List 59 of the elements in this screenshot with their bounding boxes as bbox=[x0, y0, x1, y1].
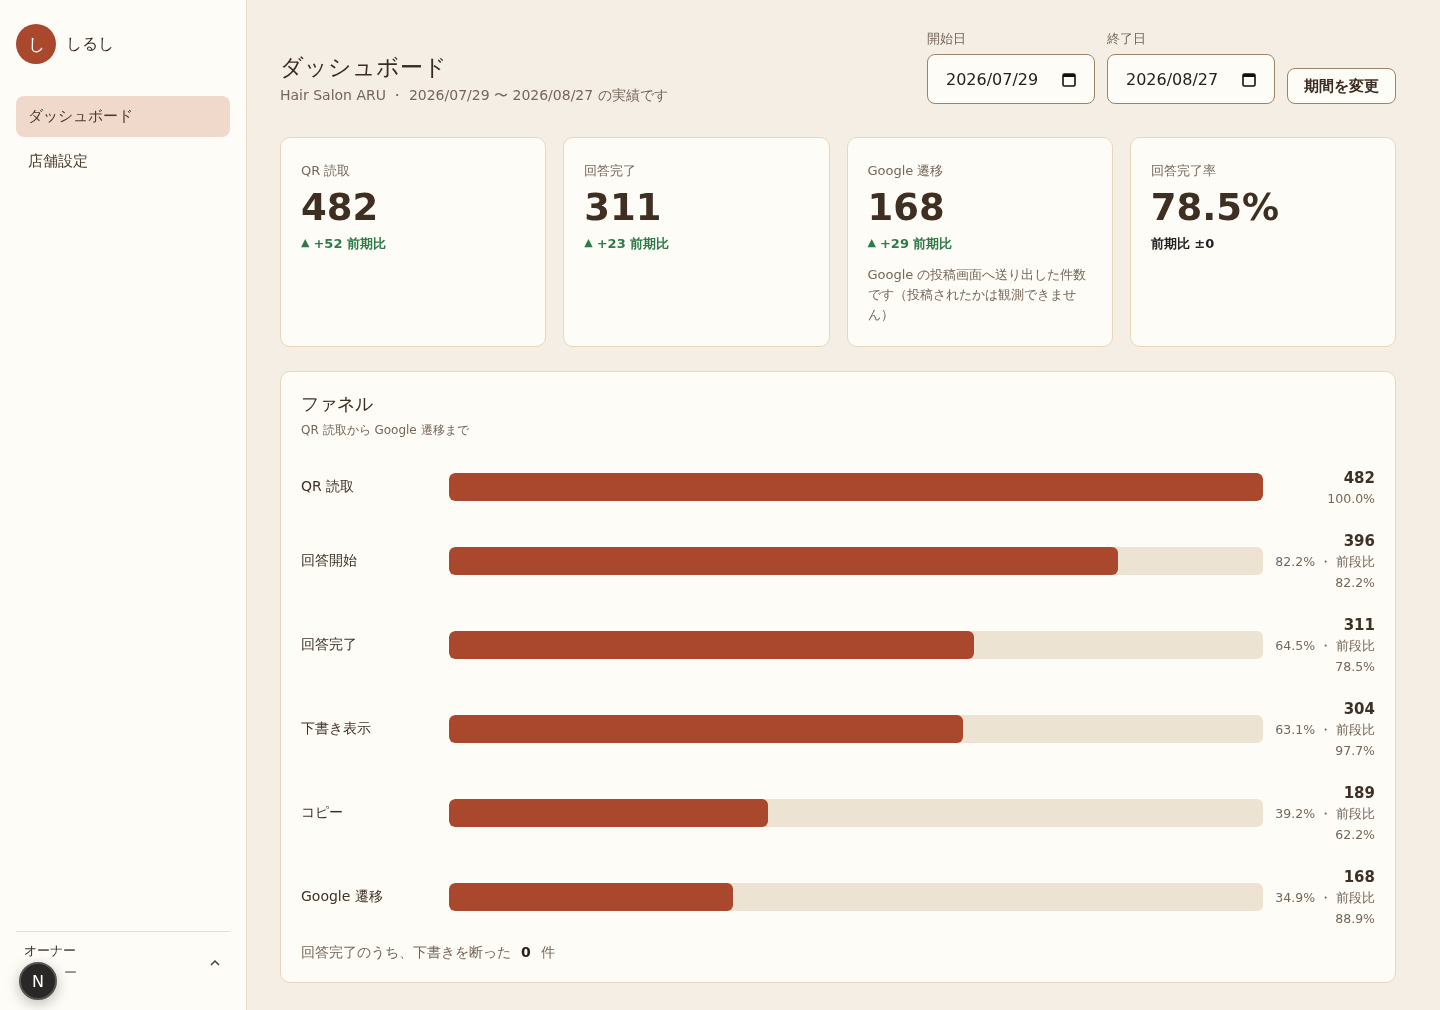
user-name: ー bbox=[64, 964, 77, 982]
nav-item[interactable]: ダッシュボード bbox=[16, 96, 230, 137]
stat-label: 回答完了率 bbox=[1150, 162, 1216, 180]
step-label: コピー bbox=[301, 804, 344, 822]
change-period-button[interactable]: 期間を変更 bbox=[1287, 68, 1396, 104]
step-count: 396 bbox=[1343, 532, 1375, 550]
stat-label: Google 遷移 bbox=[867, 162, 944, 180]
step-share: 100.0% bbox=[1327, 490, 1375, 506]
step-ratio: 97.7% bbox=[1335, 743, 1375, 758]
stat-label: 回答完了 bbox=[584, 162, 637, 180]
brand-name: しるし bbox=[66, 33, 114, 55]
step-count: 304 bbox=[1343, 700, 1375, 718]
stat-delta: +52 前期比 bbox=[313, 235, 386, 253]
up-arrow-icon: ▲ bbox=[867, 235, 876, 253]
step-share: 34.9% ・ 前段比 bbox=[1275, 890, 1375, 907]
step-count: 311 bbox=[1343, 616, 1375, 634]
step-label: 回答開始 bbox=[301, 552, 358, 570]
funnel-footnote: 回答完了のうち、下書きを断った 0 件 bbox=[301, 944, 556, 962]
avatar-badge[interactable]: N bbox=[19, 962, 57, 1000]
stat-delta: 前期比 ±0 bbox=[1150, 235, 1215, 253]
page-subtitle: Hair Salon ARU ・ 2026/07/29 〜 2026/08/27 の実績です bbox=[280, 87, 668, 105]
step-label: QR 読取 bbox=[301, 478, 356, 496]
up-arrow-icon: ▲ bbox=[584, 235, 593, 253]
calendar-icon[interactable] bbox=[1242, 71, 1256, 87]
step-label: 回答完了 bbox=[301, 636, 358, 654]
field-label: 開始日 bbox=[927, 30, 967, 48]
stat-delta: +29 前期比 bbox=[879, 235, 953, 253]
step-ratio: 82.2% bbox=[1335, 575, 1375, 590]
field-label: 終了日 bbox=[1107, 30, 1147, 48]
step-share: 64.5% ・ 前段比 bbox=[1275, 638, 1375, 655]
step-ratio: 78.5% bbox=[1335, 659, 1375, 674]
logo-icon: し bbox=[16, 24, 56, 64]
step-label: Google 遷移 bbox=[301, 888, 384, 906]
stat-note: Google の投稿画面へ送り出した件数です（投稿されたかは観測できません） bbox=[867, 266, 1088, 324]
funnel-subtitle: QR 読取から Google 遷移まで bbox=[301, 422, 470, 439]
step-share: 39.2% ・ 前段比 bbox=[1275, 806, 1375, 823]
step-count: 189 bbox=[1343, 784, 1375, 802]
user-role: オーナー bbox=[24, 942, 77, 960]
step-share: 63.1% ・ 前段比 bbox=[1275, 722, 1375, 739]
chevron-up-icon[interactable] bbox=[210, 958, 220, 966]
stat-label: QR 読取 bbox=[301, 162, 351, 180]
date-field[interactable]: 2026/07/29 bbox=[927, 54, 1095, 104]
step-ratio: 88.9% bbox=[1335, 911, 1375, 926]
nav-item[interactable]: 店舗設定 bbox=[16, 141, 230, 182]
step-count: 168 bbox=[1343, 868, 1375, 886]
step-label: 下書き表示 bbox=[301, 720, 372, 738]
stat-value: 78.5% bbox=[1150, 186, 1280, 229]
stat-value: 482 bbox=[301, 186, 379, 229]
page-title: ダッシュボード bbox=[280, 53, 448, 82]
calendar-icon[interactable] bbox=[1062, 71, 1076, 87]
funnel-title: ファネル bbox=[301, 392, 374, 416]
step-share: 82.2% ・ 前段比 bbox=[1275, 554, 1375, 571]
up-arrow-icon: ▲ bbox=[301, 235, 310, 253]
step-count: 482 bbox=[1343, 468, 1375, 487]
stat-value: 311 bbox=[584, 186, 662, 229]
stat-delta: +23 前期比 bbox=[596, 235, 670, 253]
date-field[interactable]: 2026/08/27 bbox=[1107, 54, 1275, 104]
stat-value: 168 bbox=[867, 186, 945, 229]
step-ratio: 62.2% bbox=[1335, 827, 1375, 842]
